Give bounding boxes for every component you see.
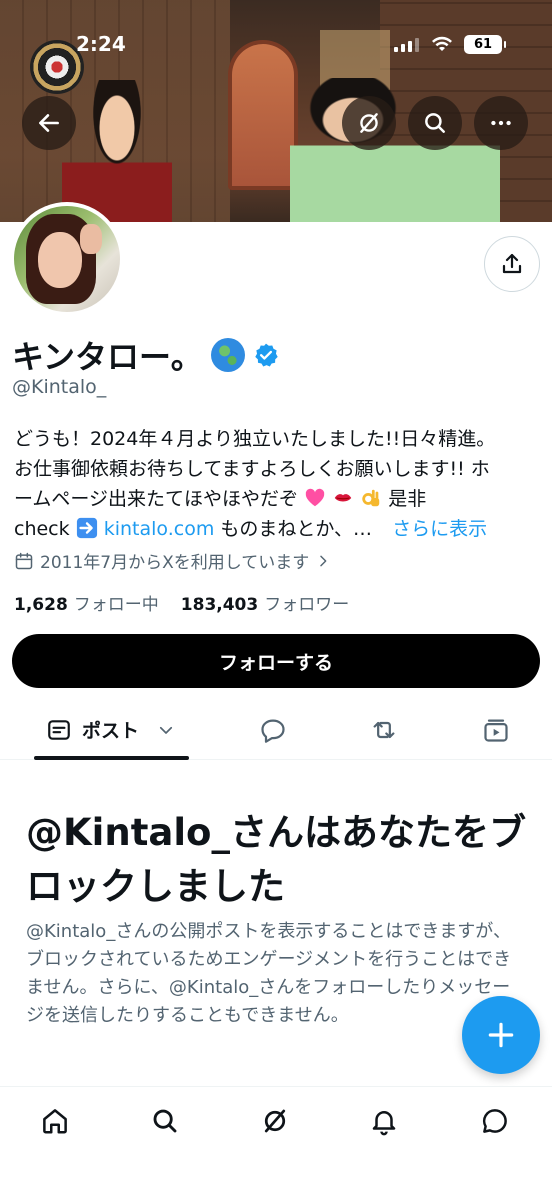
blocked-title: @Kintalo_さんはあなたをブロックしました	[26, 811, 526, 908]
back-button[interactable]	[22, 96, 76, 150]
profile-tabs: ポスト	[0, 702, 552, 760]
more-icon	[491, 120, 511, 126]
plus-icon	[488, 1022, 514, 1048]
active-tab-indicator	[34, 756, 189, 760]
grok-button[interactable]	[342, 96, 396, 150]
chevron-down-icon	[159, 726, 173, 734]
home-icon	[43, 1109, 67, 1134]
back-arrow-icon	[39, 114, 59, 132]
nav-home[interactable]	[37, 1103, 73, 1139]
following-stat[interactable]: 1,628 フォロー中	[14, 590, 159, 615]
search-icon	[425, 113, 445, 133]
globe-emoji-icon	[210, 338, 245, 372]
nav-explore[interactable]	[147, 1103, 183, 1139]
share-icon	[502, 253, 522, 274]
profile-name: キンタロー。	[12, 332, 279, 378]
compose-button[interactable]	[462, 996, 540, 1074]
show-more-link[interactable]: さらに表示	[392, 518, 487, 540]
bell-icon	[372, 1111, 396, 1136]
follow-stats: 1,628 フォロー中 183,403 フォロワー	[14, 590, 349, 615]
avatar[interactable]	[10, 202, 124, 316]
status-time: 2:24	[76, 32, 126, 56]
profile-bio: どうも！2024年４月より独立いたしました!!日々精進。 お仕事御依頼お待ちして…	[14, 424, 544, 544]
ok-hand-emoji-icon	[362, 489, 380, 507]
right-arrow-emoji-icon	[76, 517, 97, 539]
wifi-icon	[432, 36, 452, 51]
bio-line: ームページ出来たてほやほやだぞ 是非	[14, 488, 427, 510]
pink-heart-emoji-icon	[305, 488, 325, 507]
chevron-right-icon	[320, 555, 327, 566]
nav-grok[interactable]	[257, 1103, 293, 1139]
search-icon	[153, 1109, 177, 1133]
tab-replies[interactable]	[257, 714, 289, 746]
followers-stat[interactable]: 183,403 フォロワー	[181, 590, 349, 615]
chat-icon	[482, 1109, 507, 1133]
verified-badge-icon[interactable]	[253, 342, 279, 368]
nav-notifications[interactable]	[366, 1103, 402, 1139]
tab-reposts[interactable]	[368, 714, 400, 746]
joined-date[interactable]: 2011年7月からXを利用しています	[14, 548, 331, 573]
grok-icon	[264, 1109, 286, 1133]
calendar-icon	[15, 552, 33, 569]
cellular-signal-icon	[394, 36, 419, 52]
bio-line: どうも！2024年４月より独立いたしました!!日々精進。	[14, 428, 496, 450]
bio-line: check kintalo.com ものまねとか、… さらに表示	[14, 517, 488, 540]
bio-link[interactable]: kintalo.com	[104, 518, 215, 540]
battery-icon: 61	[464, 35, 506, 54]
search-button[interactable]	[408, 96, 462, 150]
reply-icon	[261, 719, 285, 743]
grok-icon	[360, 113, 378, 133]
status-bar: 2:24 61	[0, 0, 552, 64]
more-button[interactable]	[474, 96, 528, 150]
tab-media[interactable]	[480, 714, 512, 746]
bottom-navigation	[0, 1086, 552, 1200]
tab-posts[interactable]: ポスト	[46, 716, 175, 743]
share-button[interactable]	[484, 236, 540, 292]
posts-icon	[48, 719, 70, 740]
bio-line: お仕事御依頼お待ちしてますよろしくお願いします!! ホ	[14, 458, 490, 480]
profile-handle: @Kintalo_	[12, 376, 107, 398]
repost-icon	[373, 721, 395, 739]
blocked-description: @Kintalo_さんの公開ポストを表示することはできますが、ブロックされている…	[26, 921, 512, 1026]
kiss-mark-emoji-icon	[334, 494, 352, 502]
follow-button[interactable]: フォローする	[12, 634, 540, 688]
video-icon	[484, 719, 508, 742]
display-name: キンタロー。	[12, 338, 203, 376]
nav-messages[interactable]	[477, 1103, 513, 1139]
